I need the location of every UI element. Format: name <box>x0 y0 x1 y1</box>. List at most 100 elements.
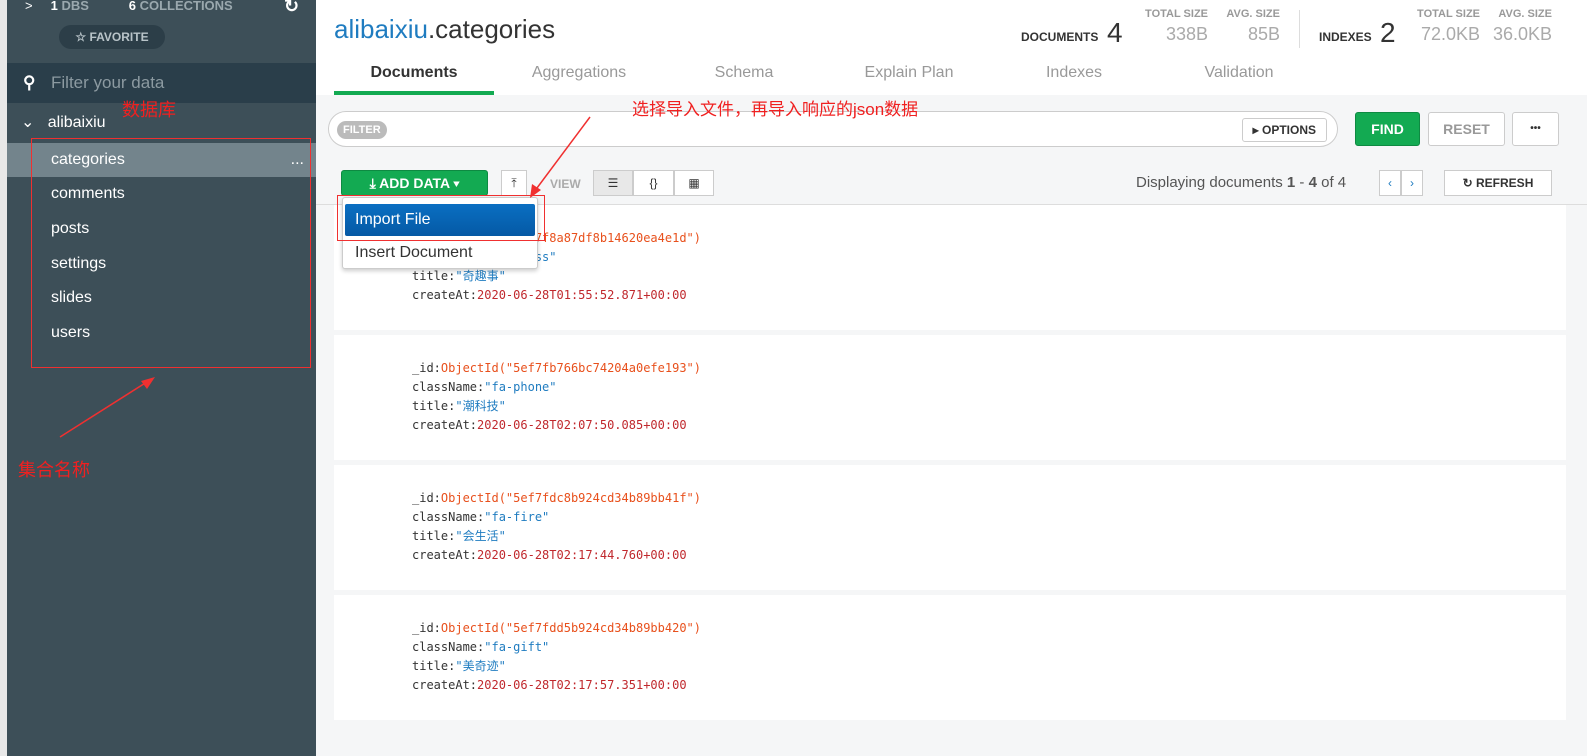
field-key: createAt: <box>412 548 478 562</box>
documents-label: DOCUMENTS <box>1021 30 1099 44</box>
collection-name: .categories <box>427 14 556 44</box>
options-button[interactable]: ▸ OPTIONS <box>1241 118 1327 142</box>
annotation-arrow <box>530 116 591 198</box>
menu-item-insert-document[interactable]: Insert Document <box>345 237 535 269</box>
field-key: _id: <box>412 361 441 375</box>
field-value: ObjectId("5ef7fdd5b924cd34b89bb420") <box>440 621 701 635</box>
table-icon: ▦ <box>688 176 700 190</box>
favorite-button[interactable]: ☆ FAVORITE <box>59 25 165 49</box>
header: alibaixiu.categories DOCUMENTS 4 TOTAL S… <box>316 0 1587 95</box>
indexes-count: 2 <box>1380 17 1396 48</box>
indexes-label: INDEXES <box>1319 30 1372 44</box>
total: of 4 <box>1316 174 1347 191</box>
upload-icon: ⤒ <box>511 176 517 190</box>
more-options-button[interactable]: ••• <box>1512 112 1559 146</box>
filter-badge: FILTER <box>337 121 387 139</box>
annotation-box-collections <box>31 138 311 368</box>
field-value: "奇趣事" <box>455 269 506 283</box>
divider <box>1299 10 1300 48</box>
field-value: "fa-fire" <box>484 510 550 524</box>
search-icon: ⚲ <box>23 73 36 92</box>
field-value: 2020-06-28T02:17:57.351+00:00 <box>477 678 687 692</box>
field-value: 2020-06-28T01:55:52.871+00:00 <box>477 288 687 302</box>
db-name: alibaixiu <box>334 14 428 44</box>
range-start: 1 <box>1286 174 1296 191</box>
add-data-button[interactable]: ⤓ ADD DATA ▾ <box>341 170 488 196</box>
refresh-icon[interactable]: ↻ <box>284 0 299 17</box>
table-view-button[interactable]: ▦ <box>674 170 714 196</box>
documents-count: 4 <box>1107 17 1123 48</box>
field-value: "潮科技" <box>455 399 506 413</box>
idx-avg-size-label: AVG. SIZE <box>1498 8 1552 20</box>
tab-documents[interactable]: Documents <box>334 60 494 95</box>
add-data-label: ADD DATA ▾ <box>379 175 460 191</box>
field-key: className: <box>412 510 485 524</box>
collections-count: 6 <box>128 0 136 13</box>
namespace-title: alibaixiu.categories <box>334 14 555 45</box>
field-key: title: <box>412 269 456 283</box>
idx-avg-size: 36.0KB <box>1492 24 1552 44</box>
doc-avg-size: 85B <box>1247 24 1280 44</box>
tab-aggregations[interactable]: Aggregations <box>494 60 664 95</box>
next-page-button[interactable]: › <box>1401 170 1423 196</box>
document-card[interactable]: _id:ObjectId("5ef7fb766bc74204a0efe193")… <box>334 335 1566 460</box>
field-key: _id: <box>412 491 441 505</box>
field-value: "美奇迹" <box>455 659 506 673</box>
annotation-import: 选择导入文件，再导入响应的json数据 <box>632 100 919 119</box>
document-card[interactable]: _id:ObjectId("5ef7fdd5b924cd34b89bb420")… <box>334 595 1566 720</box>
document-card[interactable]: _id:ObjectId("5ef7fdc8b924cd34b89bb41f")… <box>334 465 1566 590</box>
pagination-text: Displaying documents 1 - 4 of 4 <box>1136 174 1346 191</box>
annotation-database: 数据库 <box>122 100 176 120</box>
expand-icon[interactable]: > <box>25 0 33 13</box>
range-end: 4 <box>1308 174 1317 191</box>
field-key: title: <box>412 529 456 543</box>
field-key: className: <box>412 640 485 654</box>
find-button[interactable]: FIND <box>1355 112 1420 146</box>
idx-total-size: 72.0KB <box>1420 24 1480 44</box>
field-value: "fa-gift" <box>484 640 550 654</box>
tab-validation[interactable]: Validation <box>1154 60 1324 95</box>
field-value: "fa-phone" <box>484 380 557 394</box>
filter-placeholder: Filter your data <box>51 73 165 92</box>
dash: - <box>1295 174 1309 191</box>
field-value: ObjectId("5ef7fdc8b924cd34b89bb41f") <box>440 491 701 505</box>
json-view-button[interactable]: {} <box>633 170 674 196</box>
displaying-label: Displaying documents <box>1136 174 1287 191</box>
field-key: title: <box>412 399 456 413</box>
chevron-down-icon: ⌄ <box>21 114 35 131</box>
field-key: _id: <box>412 621 441 635</box>
tab-indexes[interactable]: Indexes <box>994 60 1154 95</box>
braces-icon: {} <box>649 176 658 190</box>
annotation-box-import <box>337 195 545 241</box>
doc-avg-size-label: AVG. SIZE <box>1226 8 1280 20</box>
field-value: 2020-06-28T02:17:44.760+00:00 <box>477 548 687 562</box>
reset-button[interactable]: RESET <box>1428 112 1505 146</box>
tab-schema[interactable]: Schema <box>664 60 824 95</box>
doc-total-size-label: TOTAL SIZE <box>1145 8 1208 20</box>
list-icon: ☰ <box>607 176 619 190</box>
database-item[interactable]: ⌄ alibaixiu <box>21 112 106 132</box>
prev-page-button[interactable]: ‹ <box>1379 170 1401 196</box>
field-value: ObjectId("5ef7fb766bc74204a0efe193") <box>440 361 701 375</box>
download-icon: ⤓ <box>369 175 376 191</box>
collections-label: COLLECTIONS <box>139 0 233 13</box>
tab-explain-plan[interactable]: Explain Plan <box>824 60 994 95</box>
field-value: "会生活" <box>455 529 506 543</box>
field-key: createAt: <box>412 678 478 692</box>
field-key: createAt: <box>412 288 478 302</box>
dbs-label: DBS <box>61 0 89 13</box>
field-key: title: <box>412 659 456 673</box>
database-name: alibaixiu <box>47 114 106 131</box>
instance-stats: > 1 DBS 6 COLLECTIONS <box>25 0 233 13</box>
field-key: createAt: <box>412 418 478 432</box>
doc-total-size: 338B <box>1165 24 1208 44</box>
annotation-arrow <box>59 377 155 438</box>
idx-total-size-label: TOTAL SIZE <box>1417 8 1480 20</box>
main-panel: alibaixiu.categories DOCUMENTS 4 TOTAL S… <box>316 0 1587 756</box>
field-value: 2020-06-28T02:07:50.085+00:00 <box>477 418 687 432</box>
field-key: className: <box>412 380 485 394</box>
tab-bar: Documents Aggregations Schema Explain Pl… <box>334 60 1324 95</box>
annotation-collections: 集合名称 <box>18 460 90 480</box>
refresh-button[interactable]: ↻ REFRESH <box>1444 170 1552 196</box>
dbs-count: 1 <box>50 0 58 13</box>
